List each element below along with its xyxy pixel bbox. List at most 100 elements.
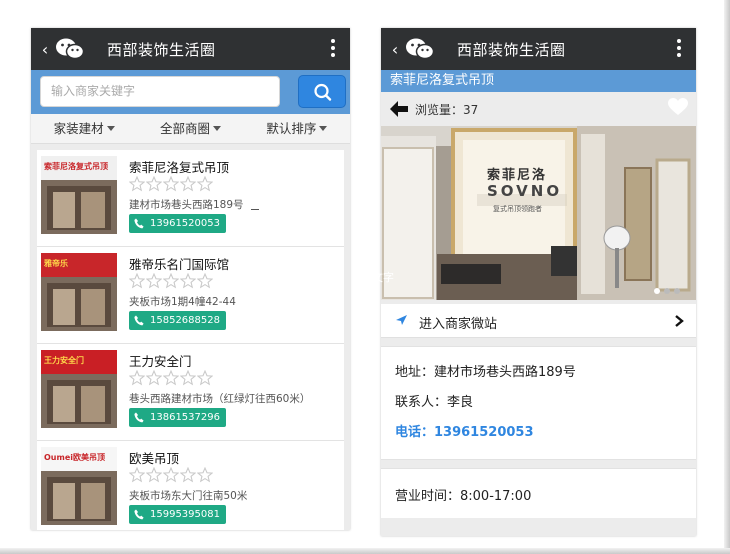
shop-name[interactable]: 雅帝乐名门国际馆	[129, 254, 229, 273]
phone-icon	[134, 218, 144, 229]
more-icon[interactable]	[676, 39, 682, 59]
back-icon[interactable]: ‹	[37, 40, 53, 59]
filter-area[interactable]: 全部商圈	[137, 114, 243, 143]
app-title: 西部装饰生活圈	[107, 40, 216, 59]
chevron-right-icon	[675, 315, 684, 327]
star-icon	[146, 176, 162, 192]
star-icon	[180, 467, 196, 483]
star-icon	[146, 467, 162, 483]
rating-stars	[129, 370, 214, 386]
shop-address: 夹板市场1期4幢42-44	[129, 296, 236, 308]
rating-stars	[129, 273, 214, 289]
wechat-icon	[55, 37, 85, 61]
more-icon[interactable]	[330, 39, 336, 59]
shop-address: 地址：建材市场巷头西路189号	[395, 365, 576, 380]
shop-name[interactable]: 欧美吊顶	[129, 448, 179, 467]
caret-down-icon	[106, 126, 115, 131]
hero-brand-cn: 索菲尼洛	[487, 168, 548, 183]
shop-contact: 联系人：李良	[395, 395, 474, 410]
shop-name[interactable]: 王力安全门	[129, 351, 192, 370]
phone-icon	[134, 412, 144, 423]
star-icon	[163, 273, 179, 289]
list-item[interactable]: 雅帝乐 雅帝乐名门国际馆夹板市场1期4幢42-44 15852688528	[37, 247, 344, 344]
shop-name[interactable]: 索菲尼洛复式吊顶	[129, 157, 229, 176]
star-icon	[197, 176, 213, 192]
shop-title: 索菲尼洛复式吊顶	[381, 70, 696, 92]
filter-sort[interactable]: 默认排序	[244, 114, 350, 143]
titlebar: ‹ 西部装饰生活圈	[31, 28, 350, 70]
shop-thumbnail[interactable]: 雅帝乐	[41, 253, 117, 331]
star-icon	[129, 273, 145, 289]
merchant-list: 索菲尼洛复式吊顶 索菲尼洛复式吊顶建材市场巷头西路189号 13961520053 雅…	[37, 150, 344, 530]
merchant-detail-screen: ‹ 西部装饰生活圈 索菲尼洛复式吊顶 浏览量：37 索菲尼洛 SOVNO 复式吊…	[381, 28, 696, 536]
merchant-list-screen: ‹ 西部装饰生活圈 输入商家关键字 家装建材 全部商圈 默认排序 索菲尼洛复式吊…	[31, 28, 350, 530]
star-icon	[197, 273, 213, 289]
star-icon	[180, 273, 196, 289]
search-bar: 输入商家关键字	[31, 70, 350, 114]
star-icon	[129, 467, 145, 483]
call-button[interactable]: 15852688528	[129, 311, 226, 330]
phone-number: 13861537296	[150, 412, 220, 423]
star-icon	[180, 176, 196, 192]
frame-shadow-right	[724, 0, 730, 554]
star-icon	[163, 370, 179, 386]
shop-thumbnail[interactable]: 王力安全门	[41, 350, 117, 428]
star-icon	[129, 176, 145, 192]
shop-address: 夹板市场东大门往南50米	[129, 490, 248, 502]
filter-label: 默认排序	[266, 121, 317, 136]
wechat-icon	[405, 37, 435, 61]
back-icon[interactable]: ‹	[387, 40, 403, 59]
search-icon	[314, 83, 332, 101]
caret-down-icon	[319, 126, 328, 131]
shop-thumbnail[interactable]: Oumei欧美吊顶	[41, 447, 117, 525]
shop-sign-text: 索菲尼洛复式吊顶	[44, 162, 108, 171]
search-input[interactable]: 输入商家关键字	[40, 76, 280, 107]
phone-icon	[134, 509, 144, 520]
titlebar: ‹ 西部装饰生活圈	[381, 28, 696, 70]
enter-microsite-label: 进入商家微站	[419, 317, 498, 332]
rating-stars	[129, 176, 214, 192]
shop-tel[interactable]: 电话：13961520053	[395, 421, 696, 451]
call-button[interactable]: 13861537296	[129, 408, 226, 427]
shop-photo[interactable]: 索菲尼洛 SOVNO 复式吊顶领跑者	[381, 126, 696, 300]
views-row: 浏览量：37	[381, 92, 696, 126]
rating-stars	[129, 467, 214, 483]
list-item[interactable]: 王力安全门 王力安全门 巷头西路建材市场（红绿灯往西60米） 13861537296	[37, 344, 344, 441]
business-hours: 营业时间：8:00-17:00	[381, 468, 696, 518]
caret-down-icon	[213, 126, 221, 131]
filter-bar: 家装建材 全部商圈 默认排序	[31, 114, 350, 144]
list-item[interactable]: 索菲尼洛复式吊顶 索菲尼洛复式吊顶建材市场巷头西路189号 13961520053	[37, 150, 344, 247]
shop-sign-text: 王力安全门	[44, 356, 84, 365]
filter-label: 全部商圈	[159, 121, 210, 136]
filter-label: 家装建材	[53, 121, 104, 136]
shop-sign-text: Oumei欧美吊顶	[44, 453, 105, 462]
hero-brand-en: SOVNO	[487, 182, 563, 200]
star-icon	[146, 273, 162, 289]
phone-number: 15995395081	[150, 509, 220, 520]
star-icon	[163, 176, 179, 192]
enter-microsite-row[interactable]: 进入商家微站	[381, 304, 696, 338]
star-icon	[146, 370, 162, 386]
compass-icon	[396, 315, 407, 325]
list-item[interactable]: Oumei欧美吊顶 欧美吊顶夹板市场东大门往南50米 15995395081	[37, 441, 344, 530]
stray-text: 文字	[372, 271, 394, 284]
heart-icon[interactable]	[668, 98, 688, 116]
shop-thumbnail[interactable]: 索菲尼洛复式吊顶	[41, 156, 117, 234]
star-icon	[197, 370, 213, 386]
phone-icon	[134, 315, 144, 326]
carousel-dots[interactable]	[650, 288, 680, 294]
hero-slogan: 复式吊顶领跑者	[493, 205, 542, 213]
call-button[interactable]: 13961520053	[129, 214, 226, 233]
star-icon	[163, 467, 179, 483]
shop-address: 建材市场巷头西路189号	[129, 199, 244, 211]
phone-number: 13961520053	[150, 218, 220, 229]
star-icon	[180, 370, 196, 386]
phone-number: 15852688528	[150, 315, 220, 326]
views-count: 浏览量：37	[415, 103, 479, 117]
star-icon	[197, 467, 213, 483]
arrow-left-icon[interactable]	[390, 101, 408, 117]
search-button[interactable]	[298, 75, 346, 108]
star-icon	[129, 370, 145, 386]
call-button[interactable]: 15995395081	[129, 505, 226, 524]
filter-category[interactable]: 家装建材	[31, 114, 137, 143]
